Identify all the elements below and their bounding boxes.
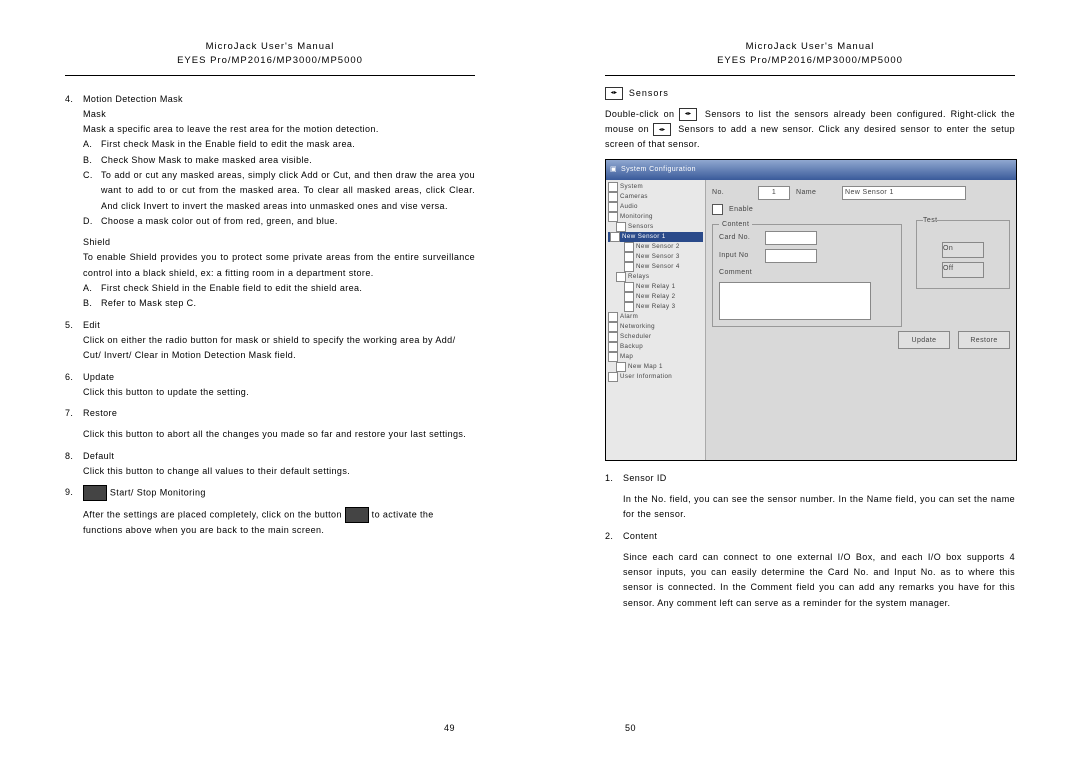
monitor-icon [83, 485, 107, 501]
mask-heading: Mask [65, 107, 475, 122]
s4-c: C.To add or cut any masked areas, simply… [65, 168, 475, 214]
name-field[interactable]: New Sensor 1 [842, 186, 966, 200]
section-7: 7.Restore [65, 406, 475, 421]
s9-title: Start/ Stop Monitoring [110, 488, 206, 498]
section-4: 4. Motion Detection Mask [65, 92, 475, 107]
off-button[interactable]: Off [942, 262, 984, 278]
enable-checkbox[interactable] [712, 204, 723, 215]
cardno-field[interactable] [765, 231, 817, 245]
shield-desc: To enable Shield provides you to protect… [65, 250, 475, 281]
r2-body: Since each card can connect to one exter… [605, 550, 1015, 611]
section-r1: 1.Sensor ID [605, 471, 1015, 486]
section-8: 8.Default [65, 449, 475, 464]
sh-a: A.First check Shield in the Enable field… [65, 281, 475, 296]
content-panel: Content Card No. Input No Comment [712, 224, 902, 328]
num: 4. [65, 92, 83, 107]
config-dialog-figure: ▣ System Configuration System Cameras Au… [605, 159, 1017, 461]
page-right-body: Sensors Double-click on Sensors to list … [605, 86, 1015, 734]
sh-b: B.Refer to Mask step C. [65, 296, 475, 311]
restore-button[interactable]: Restore [958, 331, 1010, 349]
sensors-icon [679, 108, 697, 121]
page-left-body: 4. Motion Detection Mask Mask Mask a spe… [65, 86, 475, 734]
sensors-paragraph: Double-click on Sensors to list the sens… [605, 107, 1015, 153]
dialog-icon: ▣ [610, 164, 617, 176]
on-button[interactable]: On [942, 242, 984, 258]
header-line1: MicroJack User's Manual [65, 40, 475, 54]
header-line2: EYES Pro/MP2016/MP3000/MP5000 [65, 54, 475, 68]
page-header-r: MicroJack User's Manual EYES Pro/MP2016/… [605, 40, 1015, 76]
s8-body: Click this button to change all values t… [65, 464, 475, 479]
s4-d: D.Choose a mask color out of from red, g… [65, 214, 475, 229]
s6-body: Click this button to update the setting. [65, 385, 475, 400]
dialog-tree[interactable]: System Cameras Audio Monitoring Sensors … [606, 180, 706, 460]
r1-body: In the No. field, you can see the sensor… [605, 492, 1015, 523]
section-r2: 2.Content [605, 529, 1015, 544]
s5-body: Click on either the radio button for mas… [65, 333, 475, 364]
no-field[interactable]: 1 [758, 186, 790, 200]
shield-heading: Shield [65, 235, 475, 250]
section-4-title: Motion Detection Mask [83, 92, 475, 107]
section-6: 6.Update [65, 370, 475, 385]
sensors-heading: Sensors [605, 86, 1015, 101]
section-5: 5.Edit [65, 318, 475, 333]
s7-body: Click this button to abort all the chang… [65, 427, 475, 442]
update-button[interactable]: Update [898, 331, 950, 349]
s9-body: After the settings are placed completely… [65, 507, 475, 538]
page-number-right: 50 [625, 723, 636, 733]
inputno-field[interactable] [765, 249, 817, 263]
sensors-icon [605, 87, 623, 100]
sensors-icon [653, 123, 671, 136]
page-left: MicroJack User's Manual EYES Pro/MP2016/… [0, 0, 540, 763]
s4-a: A.First check Mask in the Enable field t… [65, 137, 475, 152]
mask-desc: Mask a specific area to leave the rest a… [65, 122, 475, 137]
section-9: 9. Start/ Stop Monitoring [65, 485, 475, 501]
comment-field[interactable] [719, 282, 871, 320]
page-right: MicroJack User's Manual EYES Pro/MP2016/… [540, 0, 1080, 763]
test-panel: Test On Off [916, 220, 1010, 290]
page-header: MicroJack User's Manual EYES Pro/MP2016/… [65, 40, 475, 76]
s4-b: B.Check Show Mask to make masked area vi… [65, 153, 475, 168]
dialog-titlebar: ▣ System Configuration [606, 160, 1016, 180]
monitor-icon-inline [345, 507, 369, 523]
dialog-form: No. 1 Name New Sensor 1 Enable Content [706, 180, 1016, 460]
page-number-left: 49 [444, 723, 455, 733]
